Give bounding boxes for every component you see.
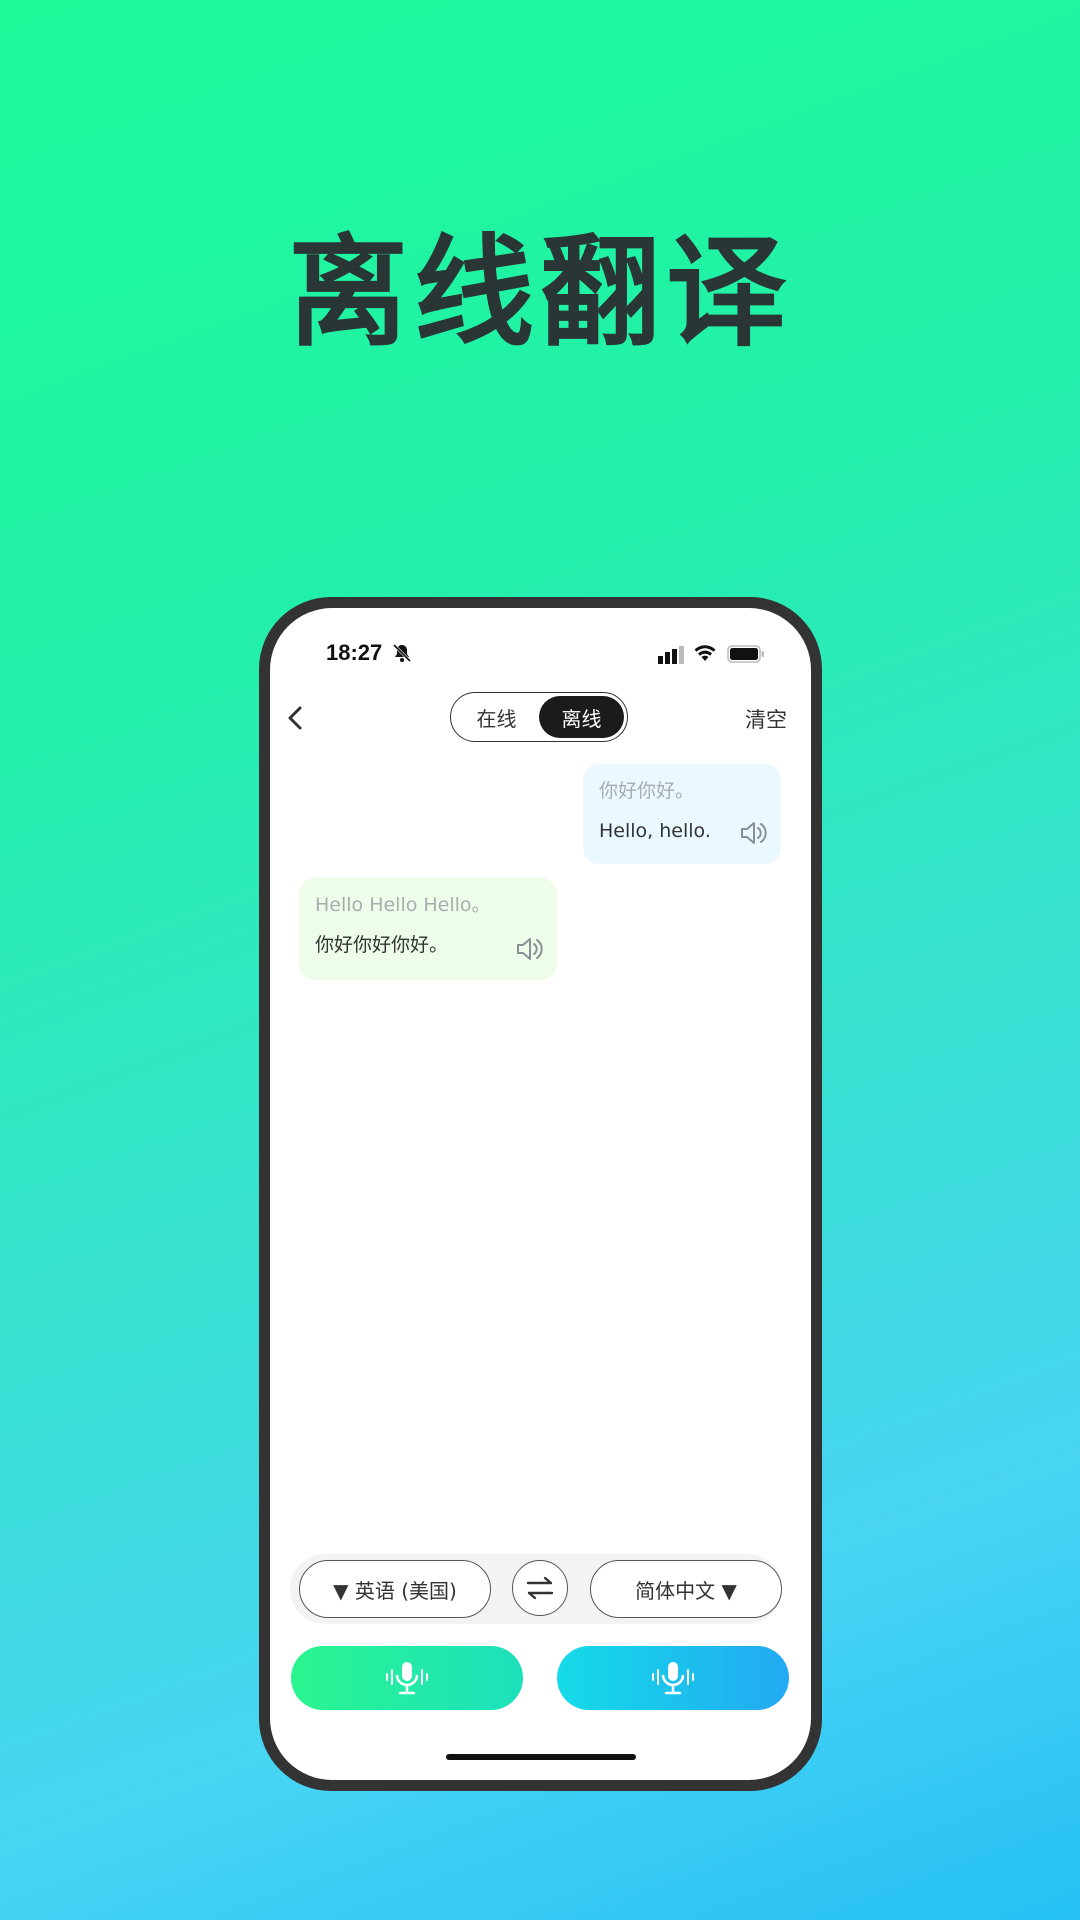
tab-offline[interactable]: 离线 [539,696,624,738]
hero-title: 离线翻译 [288,224,792,363]
signal-icon [658,646,684,664]
bell-off-icon [392,643,412,663]
record-target-button[interactable] [557,1646,789,1710]
phone-screen: 18:27 在线 离线 清空 你好你好。 Hello, hello. Hello… [270,608,811,1780]
home-indicator[interactable] [446,1754,636,1760]
language-bar: ▼ 英语 (美国) 简体中文 ▼ [290,1554,782,1624]
speaker-icon[interactable] [739,820,767,846]
message-source-text: 你好你好。 [599,780,695,802]
nav-bar: 在线 离线 清空 [270,692,811,744]
speaker-icon[interactable] [515,936,543,962]
status-time: 18:27 [326,640,383,665]
target-language-select[interactable]: 简体中文 ▼ [590,1560,782,1618]
microphone-icon [386,1662,428,1695]
message-bubble-outgoing: 你好你好。 Hello, hello. [583,764,781,864]
mode-toggle: 在线 离线 [450,692,628,742]
status-bar: 18:27 [270,640,811,670]
source-language-select[interactable]: ▼ 英语 (美国) [299,1560,491,1618]
wifi-icon [694,645,716,661]
swap-languages-button[interactable] [512,1560,568,1616]
battery-icon [727,645,764,663]
microphone-icon [652,1662,694,1695]
record-source-button[interactable] [291,1646,523,1710]
swap-arrows-icon [526,1576,554,1600]
message-translation-text: 你好你好你好。 [315,934,449,956]
tab-online[interactable]: 在线 [454,696,539,738]
message-bubble-incoming: Hello Hello Hello。 你好你好你好。 [299,878,557,980]
message-source-text: Hello Hello Hello。 [315,894,491,916]
chevron-left-icon[interactable] [282,704,310,732]
clear-button[interactable]: 清空 [745,704,787,734]
phone-frame: 18:27 在线 离线 清空 你好你好。 Hello, hello. Hello… [259,597,822,1791]
